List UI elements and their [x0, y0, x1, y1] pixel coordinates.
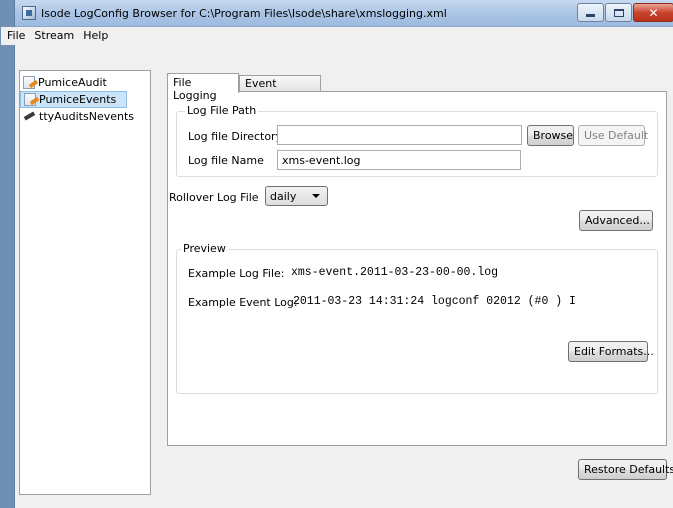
document-pen-icon [24, 93, 36, 106]
log-name-label: Log file Name [188, 154, 264, 167]
preview-group: Preview Example Log File: xms-event.2011… [176, 242, 658, 394]
restore-defaults-button[interactable]: Restore Defaults [578, 459, 673, 480]
log-directory-label: Log file Directory [188, 130, 283, 143]
close-button[interactable]: ✕ [633, 3, 673, 22]
menu-help[interactable]: Help [80, 27, 114, 45]
file-logging-panel: Log File Path Log file Directory Browse … [167, 91, 667, 446]
example-event-log-label: Example Event Log: [188, 296, 298, 309]
tree-item-label: PumiceEvents [39, 93, 117, 106]
log-file-path-group: Log File Path Log file Directory Browse … [176, 104, 658, 177]
minimize-button[interactable] [577, 3, 604, 22]
tree-item-label: PumiceAudit [38, 76, 107, 89]
maximize-icon [613, 8, 624, 17]
log-file-path-label: Log File Path [185, 104, 259, 117]
browse-button[interactable]: Browse [527, 125, 574, 146]
tree-item-pumiceevents[interactable]: PumiceEvents [20, 91, 127, 108]
preview-label: Preview [181, 242, 228, 255]
menu-bar: File Stream Help [1, 27, 673, 45]
menu-file[interactable]: File [4, 27, 31, 45]
tab-file-logging[interactable]: File Logging [167, 73, 239, 102]
example-log-file-value: xms-event.2011-03-23-00-00.log [291, 266, 499, 279]
rollover-value: daily [270, 190, 297, 203]
log-name-input[interactable]: xms-event.log [277, 150, 521, 170]
title-bar[interactable]: Isode LogConfig Browser for C:\Program F… [15, 0, 673, 27]
maximize-button[interactable] [605, 3, 632, 22]
tree-item-label: ttyAuditsNevents [39, 110, 135, 123]
window-title: Isode LogConfig Browser for C:\Program F… [41, 7, 447, 20]
chevron-down-icon [312, 194, 320, 198]
menu-stream[interactable]: Stream [31, 27, 80, 45]
tree-item-pumiceaudit[interactable]: PumiceAudit [20, 74, 150, 91]
document-pen-icon [23, 76, 35, 89]
advanced-button[interactable]: Advanced... [579, 210, 653, 231]
example-event-log-value: 2011-03-23 14:31:24 logconf 02012 (#0 ) … [293, 295, 576, 308]
stream-tree[interactable]: PumiceAudit PumiceEvents ttyAuditsNevent… [19, 70, 151, 495]
tree-item-ttyauditsnevents[interactable]: ttyAuditsNevents [20, 108, 150, 125]
log-directory-input[interactable] [277, 125, 522, 145]
pen-icon [23, 112, 36, 122]
edit-formats-button[interactable]: Edit Formats... [568, 341, 654, 362]
minimize-icon [586, 14, 595, 17]
rollover-label: Rollover Log File [169, 191, 259, 204]
tab-event-logging[interactable]: Event Logging [239, 75, 321, 103]
example-log-file-label: Example Log File: [188, 267, 285, 280]
rollover-select[interactable]: daily [265, 186, 328, 206]
use-default-button[interactable]: Use Default [578, 125, 648, 146]
close-icon: ✕ [648, 5, 659, 20]
app-icon [22, 6, 36, 20]
